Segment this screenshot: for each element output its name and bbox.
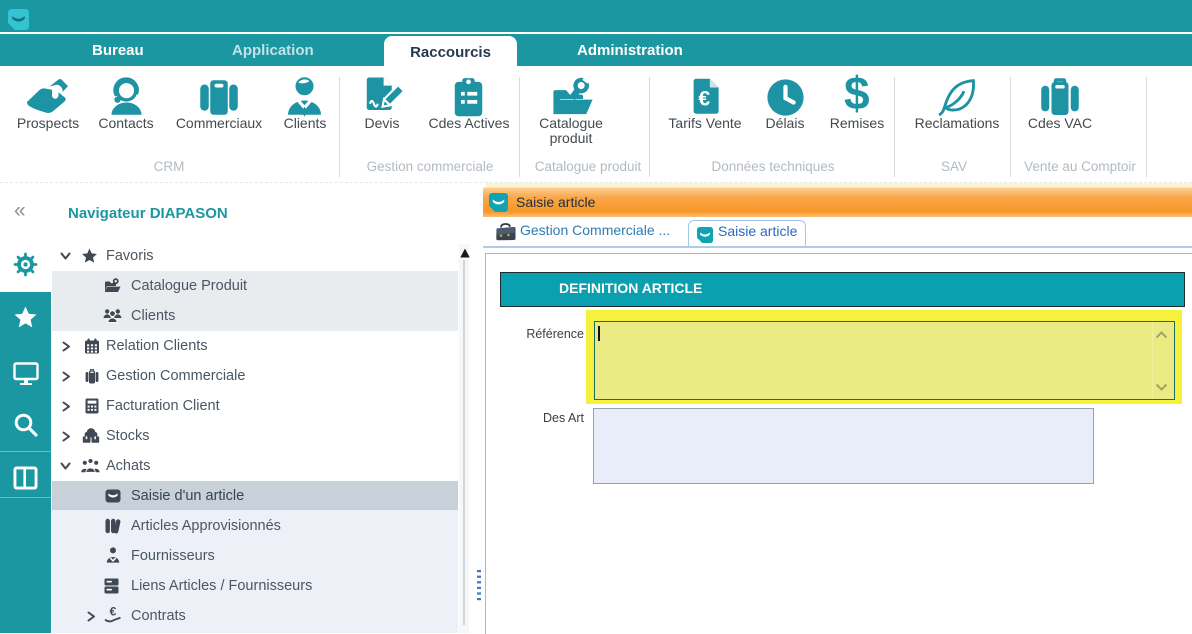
svg-text:€: €	[110, 606, 117, 619]
svg-text:€: €	[698, 87, 710, 111]
